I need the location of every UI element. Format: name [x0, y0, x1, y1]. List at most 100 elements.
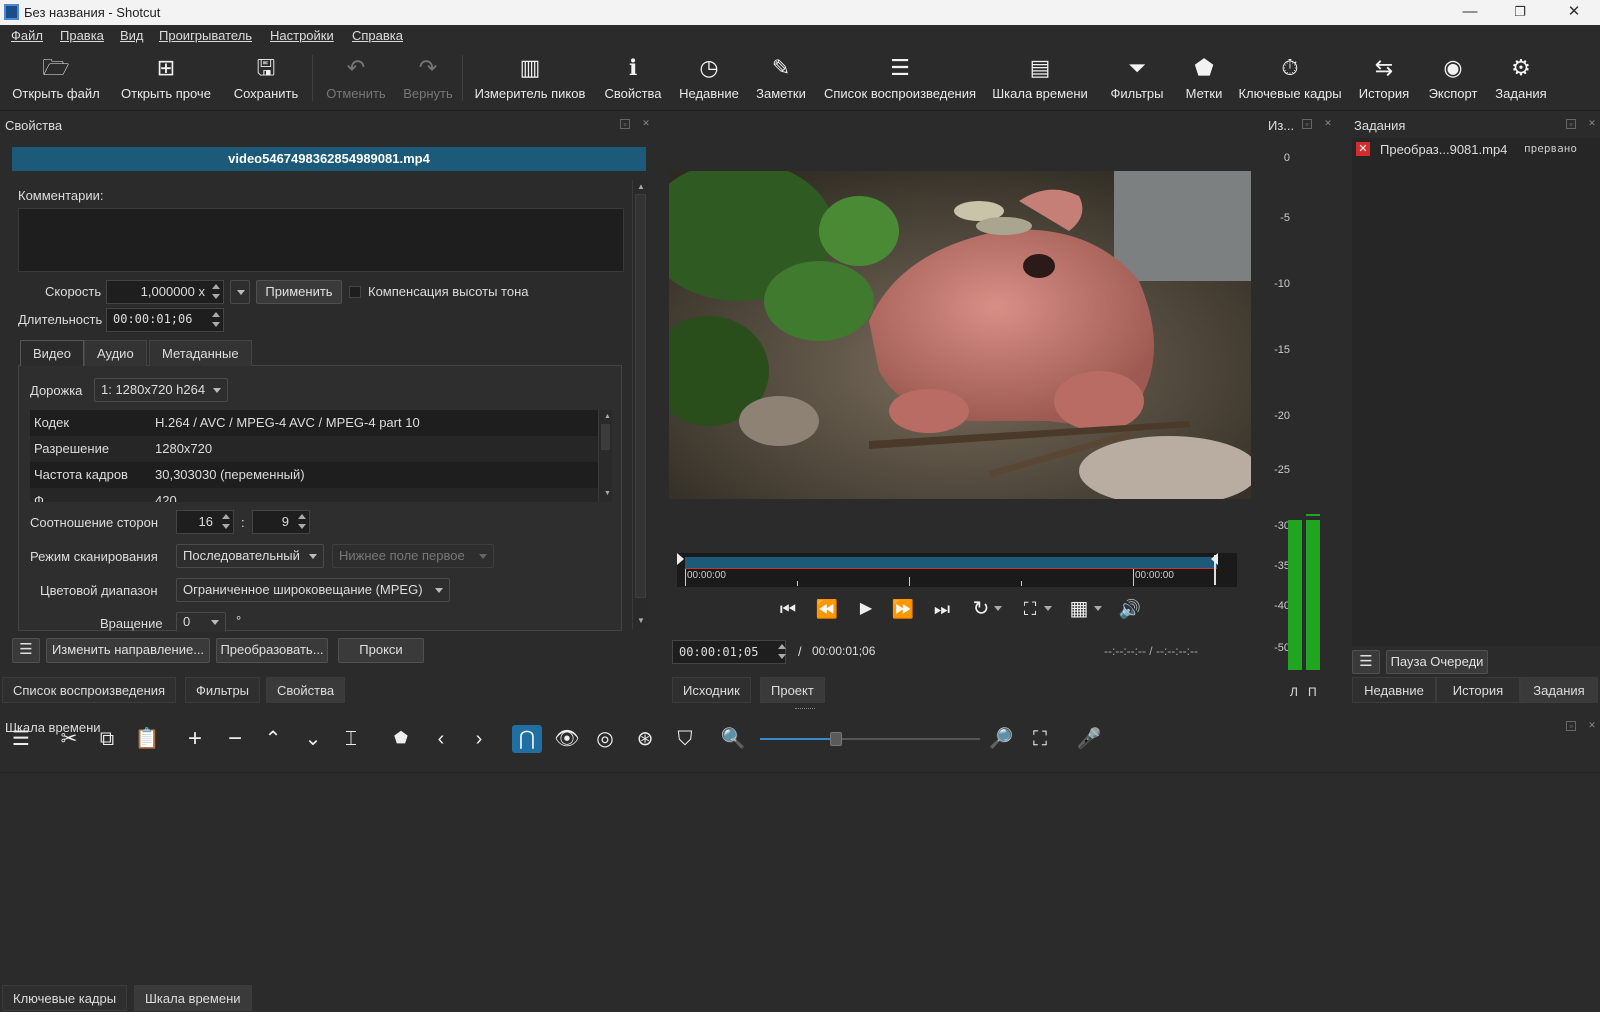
split-icon[interactable]: ⌶: [336, 725, 366, 753]
open-file-button[interactable]: 🗁 Открыть файл: [8, 47, 104, 109]
overwrite-icon[interactable]: ⌄: [298, 725, 328, 753]
menu-help[interactable]: Справка: [352, 28, 403, 43]
track-dropdown[interactable]: 1: 1280x720 h264: [94, 378, 228, 402]
restore-button[interactable]: ❐: [1495, 0, 1545, 25]
notes-button[interactable]: ✎ Заметки: [750, 47, 812, 109]
lift-icon[interactable]: ⌃: [258, 725, 288, 753]
scrub-icon[interactable]: 👁: [552, 725, 582, 753]
timeline-menu-icon[interactable]: ☰: [6, 725, 36, 753]
tab-audio[interactable]: Аудио: [84, 340, 147, 366]
export-button[interactable]: ◉ Экспорт: [1422, 47, 1484, 109]
tab-timeline[interactable]: Шкала времени: [134, 985, 252, 1011]
zoom-slider-handle[interactable]: [830, 732, 842, 746]
tab-source[interactable]: Исходник: [672, 677, 751, 703]
open-other-button[interactable]: ⊞ Открыть проче: [112, 47, 220, 109]
jobs-button[interactable]: ⚙ Задания: [1490, 47, 1552, 109]
append-icon[interactable]: +: [180, 725, 210, 753]
float-panel-icon[interactable]: ▫: [1566, 721, 1576, 731]
snap-icon[interactable]: ⋂: [512, 725, 542, 753]
zoom-in-icon[interactable]: 🔎: [986, 725, 1016, 753]
scroll-down-icon[interactable]: ▼: [604, 490, 611, 497]
zoom-slider-track[interactable]: [760, 732, 980, 746]
paste-icon[interactable]: 📋: [132, 725, 162, 753]
close-window-button[interactable]: ✕: [1549, 0, 1599, 25]
zoom-out-icon[interactable]: 🔍: [718, 725, 748, 753]
speed-preset-dropdown[interactable]: [230, 280, 250, 304]
tab-playlist[interactable]: Список воспроизведения: [2, 677, 177, 703]
ripple-icon[interactable]: ◎: [590, 725, 620, 753]
volume-icon[interactable]: 🔊: [1116, 596, 1144, 622]
job-name[interactable]: Преобраз...9081.mp4: [1380, 142, 1507, 157]
rewind-icon[interactable]: ⏪: [814, 596, 840, 622]
menu-settings[interactable]: Настройки: [270, 28, 334, 43]
position-timecode-input[interactable]: 00:00:01;05: [672, 640, 786, 664]
splitter-handle[interactable]: [795, 708, 815, 710]
float-panel-icon[interactable]: ▫: [1302, 119, 1312, 129]
apply-speed-button[interactable]: Применить: [256, 280, 342, 304]
out-point-marker[interactable]: [1211, 553, 1218, 565]
next-marker-icon[interactable]: ›: [464, 725, 494, 753]
playlist-button[interactable]: ☰ Список воспроизведения: [818, 47, 982, 109]
comments-textarea[interactable]: [18, 208, 624, 272]
tab-filters[interactable]: Фильтры: [185, 677, 261, 703]
tab-video[interactable]: Видео: [20, 340, 84, 366]
close-panel-icon[interactable]: ✕: [1323, 119, 1333, 129]
zoom-dropdown-arrow[interactable]: [1044, 606, 1052, 611]
skip-next-icon[interactable]: ⏭: [930, 596, 954, 622]
zoom-fit-icon[interactable]: ⛶: [1018, 596, 1042, 622]
timeline-scrubber[interactable]: 00:00:00 00:00:00: [677, 553, 1237, 587]
copy-icon[interactable]: ⧉: [92, 725, 122, 753]
grid-icon[interactable]: ▦: [1066, 596, 1092, 622]
scroll-down-icon[interactable]: ▼: [637, 616, 645, 625]
info-table-scrollbar[interactable]: ▲ ▼: [598, 410, 612, 502]
jobs-menu-button[interactable]: ☰: [1352, 650, 1380, 674]
speed-input[interactable]: 1,000000 x: [106, 280, 224, 304]
grid-dropdown-arrow[interactable]: [1094, 606, 1102, 611]
filters-button[interactable]: ⏷ Фильтры: [1100, 47, 1174, 109]
menu-file[interactable]: Файл: [11, 28, 43, 43]
menu-edit[interactable]: Правка: [60, 28, 104, 43]
close-panel-icon[interactable]: ✕: [1587, 119, 1597, 129]
close-panel-icon[interactable]: ✕: [1587, 721, 1597, 731]
remove-icon[interactable]: −: [220, 725, 250, 753]
position-spinner[interactable]: [776, 641, 788, 659]
tab-properties[interactable]: Свойства: [266, 677, 346, 703]
redo-button[interactable]: ↷ Вернуть: [394, 47, 462, 109]
keyframes-button[interactable]: ⏱ Ключевые кадры: [1236, 47, 1344, 109]
scroll-up-icon[interactable]: ▲: [604, 413, 611, 420]
timeline-tracks-area[interactable]: [0, 772, 1600, 984]
pitch-compensation-checkbox[interactable]: [349, 286, 361, 298]
ripple-all-icon[interactable]: ⊛: [630, 725, 660, 753]
undo-button[interactable]: ↶ Отменить: [318, 47, 394, 109]
tab-metadata[interactable]: Метаданные: [149, 340, 252, 366]
rotation-dropdown[interactable]: 0: [176, 612, 226, 632]
menu-view[interactable]: Вид: [120, 28, 144, 43]
minimize-button[interactable]: —: [1445, 0, 1495, 25]
save-button[interactable]: 🖫 Сохранить: [228, 47, 304, 109]
properties-button[interactable]: ℹ Свойства: [598, 47, 668, 109]
cut-icon[interactable]: ✂: [54, 725, 84, 753]
float-panel-icon[interactable]: ▫: [1566, 119, 1576, 129]
peak-meter-button[interactable]: ▥ Измеритель пиков: [468, 47, 592, 109]
recent-button[interactable]: ◷ Недавние: [674, 47, 744, 109]
in-point-marker[interactable]: [677, 553, 684, 565]
tab-keyframes[interactable]: Ключевые кадры: [2, 985, 128, 1011]
play-icon[interactable]: ▶: [854, 596, 878, 622]
scroll-up-icon[interactable]: ▲: [637, 182, 645, 191]
pause-queue-button[interactable]: Пауза Очереди: [1386, 650, 1488, 674]
tab-recent[interactable]: Недавние: [1352, 677, 1436, 703]
scroll-thumb[interactable]: [601, 424, 610, 450]
tab-project[interactable]: Проект: [760, 677, 825, 703]
reverse-button[interactable]: Изменить направление...: [46, 638, 210, 663]
markers-button[interactable]: ⬟ Метки: [1178, 47, 1230, 109]
close-panel-icon[interactable]: ✕: [641, 119, 651, 129]
properties-scrollbar[interactable]: ▲ ▼: [632, 180, 648, 630]
aspect-height-spinner[interactable]: [296, 511, 308, 529]
float-panel-icon[interactable]: ▫: [620, 119, 630, 129]
add-marker-icon[interactable]: ⬟: [386, 725, 416, 753]
skip-previous-icon[interactable]: ⏮: [776, 596, 800, 622]
scroll-thumb[interactable]: [635, 194, 646, 598]
properties-menu-button[interactable]: ☰: [12, 638, 40, 663]
aspect-width-spinner[interactable]: [220, 511, 232, 529]
fast-forward-icon[interactable]: ⏩: [890, 596, 916, 622]
